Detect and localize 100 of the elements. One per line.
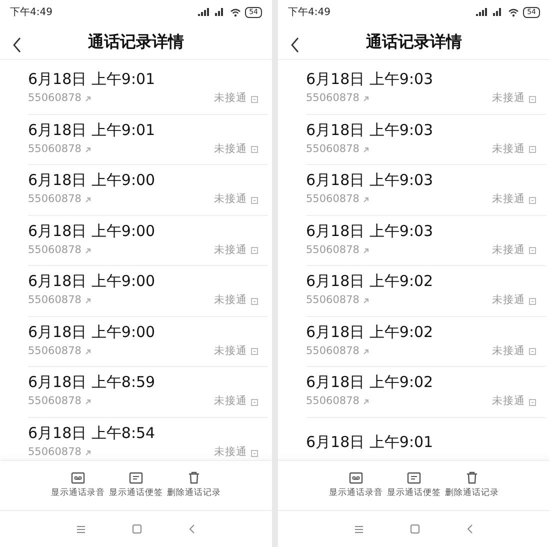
outgoing-arrow-icon — [85, 146, 92, 153]
menu-button[interactable] — [354, 524, 364, 534]
note-icon — [129, 472, 143, 484]
call-log-row[interactable]: 6月18日 上午9:00 55060878 未接通 — [28, 165, 268, 216]
phone-number: 55060878 — [28, 242, 82, 258]
call-status: 未接通 — [492, 91, 525, 106]
call-time: 6月18日 上午9:03 — [306, 222, 434, 241]
call-log-row[interactable]: 6月18日 上午9:03 55060878 未接通 — [306, 165, 546, 216]
call-status: 未接通 — [214, 242, 247, 258]
call-log-row[interactable]: 6月18日 上午8:54 55060878 未接通 — [28, 418, 268, 460]
trash-icon — [188, 471, 200, 484]
phone-number: 55060878 — [28, 91, 82, 106]
sim-icon — [529, 247, 536, 254]
sim-icon — [529, 298, 536, 305]
phone-number: 55060878 — [306, 394, 360, 410]
status-time: 下午4:49 — [10, 6, 52, 20]
sim-icon — [251, 450, 258, 457]
call-status: 未接通 — [214, 344, 247, 359]
call-time: 6月18日 上午9:01 — [306, 433, 434, 452]
page-title: 通话记录详情 — [87, 30, 185, 52]
outgoing-arrow-icon — [85, 298, 92, 304]
call-time: 6月18日 上午9:03 — [306, 70, 434, 90]
sim-icon — [529, 196, 536, 204]
back-nav-button[interactable] — [188, 524, 196, 534]
call-status: 未接通 — [492, 394, 525, 410]
action-button[interactable]: 显示通话便签 — [109, 472, 163, 500]
phone-number: 55060878 — [306, 192, 360, 208]
page-title: 通话记录详情 — [365, 30, 463, 52]
call-log-row[interactable]: 6月18日 上午9:00 55060878 未接通 — [28, 216, 268, 266]
call-log-row[interactable]: 6月18日 上午9:00 55060878 未接通 — [28, 266, 268, 316]
outgoing-arrow-icon — [85, 248, 92, 254]
call-status: 未接通 — [214, 91, 247, 106]
call-log-row[interactable]: 6月18日 上午9:01 — [306, 418, 546, 460]
sim-icon — [529, 348, 536, 356]
phone-number: 55060878 — [306, 344, 360, 359]
action-button[interactable]: 显示通话便签 — [387, 472, 441, 500]
call-time: 6月18日 上午9:00 — [28, 272, 156, 292]
call-time: 6月18日 上午9:03 — [306, 120, 434, 140]
call-status: 未接通 — [214, 445, 247, 460]
phone-number: 55060878 — [306, 293, 360, 308]
sim-icon — [251, 398, 258, 406]
call-log-row[interactable]: 6月18日 上午9:01 55060878 未接通 — [28, 64, 268, 114]
action-button[interactable]: 删除通话记录 — [445, 471, 499, 500]
call-status: 未接通 — [492, 344, 525, 359]
sim-icon — [529, 146, 536, 154]
phone-number: 55060878 — [306, 242, 360, 258]
signal-icon — [198, 8, 212, 16]
voicemail-icon — [71, 472, 85, 484]
sim-icon — [251, 146, 258, 154]
phone-number: 55060878 — [28, 192, 82, 208]
call-status: 未接通 — [214, 293, 247, 308]
call-log-row[interactable]: 6月18日 上午9:03 55060878 未接通 — [306, 114, 546, 165]
call-log-row[interactable]: 6月18日 上午9:01 55060878 未接通 — [28, 114, 268, 165]
call-time: 6月18日 上午9:01 — [28, 120, 156, 140]
call-time: 6月18日 上午9:03 — [306, 171, 434, 190]
call-log-row[interactable]: 6月18日 上午9:02 55060878 未接通 — [306, 367, 546, 418]
call-log-row[interactable]: 6月18日 上午9:03 55060878 未接通 — [306, 216, 546, 266]
sim-icon — [251, 96, 258, 103]
call-log-row[interactable]: 6月18日 上午9:03 55060878 未接通 — [306, 64, 546, 114]
menu-button[interactable] — [76, 524, 86, 534]
wifi-icon — [230, 8, 242, 16]
call-status: 未接通 — [492, 293, 525, 308]
sim-icon — [251, 348, 258, 356]
call-time: 6月18日 上午8:54 — [28, 424, 156, 444]
voicemail-icon — [349, 472, 363, 484]
call-log-row[interactable]: 6月18日 上午8:59 55060878 未接通 — [28, 367, 268, 418]
call-log-row[interactable]: 6月18日 上午9:00 55060878 未接通 — [28, 316, 268, 367]
call-time: 6月18日 上午9:01 — [28, 70, 156, 90]
wifi-icon — [508, 8, 520, 16]
trash-icon — [466, 471, 478, 484]
phone-number: 55060878 — [28, 142, 82, 157]
sim-icon — [251, 196, 258, 204]
phone-number: 55060878 — [28, 293, 82, 308]
outgoing-arrow-icon — [363, 248, 370, 254]
back-nav-button[interactable] — [466, 524, 474, 534]
outgoing-arrow-icon — [363, 399, 370, 406]
call-status: 未接通 — [492, 142, 525, 157]
phone-number: 55060878 — [28, 344, 82, 359]
phone-number: 55060878 — [306, 142, 360, 157]
call-time: 6月18日 上午9:02 — [306, 373, 434, 392]
call-time: 6月18日 上午9:02 — [306, 322, 434, 342]
action-button[interactable]: 删除通话记录 — [167, 471, 221, 500]
action-button[interactable]: 显示通话录音 — [329, 472, 383, 500]
outgoing-arrow-icon — [85, 399, 92, 406]
signal-icon — [476, 8, 490, 16]
action-button[interactable]: 显示通话录音 — [51, 472, 105, 500]
outgoing-arrow-icon — [85, 348, 92, 355]
call-log-row[interactable]: 6月18日 上午9:02 55060878 未接通 — [306, 266, 546, 316]
call-status: 未接通 — [214, 192, 247, 208]
outgoing-arrow-icon — [85, 96, 92, 102]
phone-number: 55060878 — [28, 445, 82, 460]
outgoing-arrow-icon — [85, 197, 92, 204]
home-button[interactable] — [410, 524, 420, 534]
call-status: 未接通 — [214, 394, 247, 410]
outgoing-arrow-icon — [363, 146, 370, 153]
call-status: 未接通 — [492, 242, 525, 258]
call-status: 未接通 — [214, 142, 247, 157]
home-button[interactable] — [132, 524, 142, 534]
call-time: 6月18日 上午9:00 — [28, 222, 156, 241]
call-log-row[interactable]: 6月18日 上午9:02 55060878 未接通 — [306, 316, 546, 367]
